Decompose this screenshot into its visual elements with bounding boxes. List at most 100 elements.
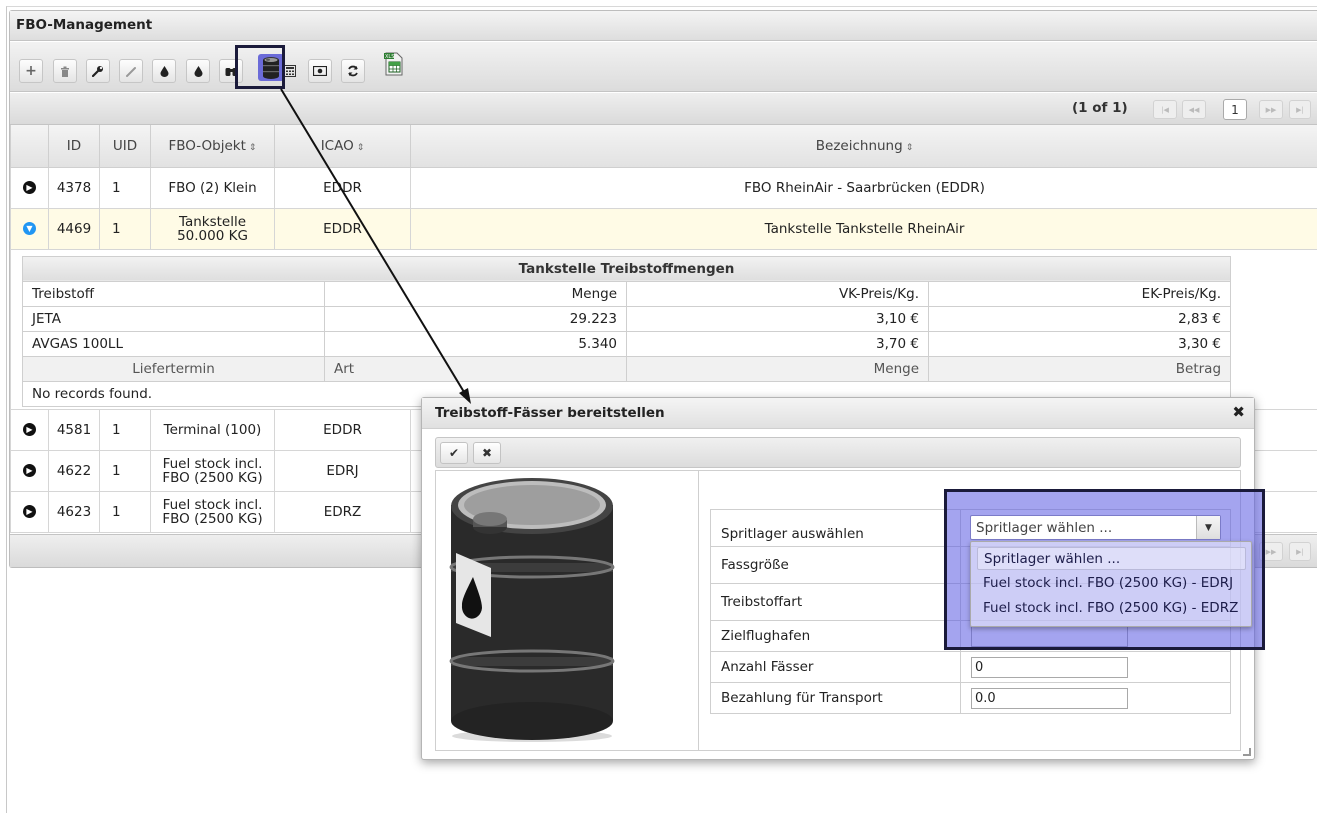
barrel-button-highlight <box>235 45 285 89</box>
drop-icon <box>160 65 168 77</box>
next-page-icon: ▶▶ <box>1265 547 1277 556</box>
column-header-id: ID <box>48 125 100 168</box>
cell-id: 4378 <box>48 166 100 209</box>
cell-id: 4623 <box>48 490 100 533</box>
fuel-table-caption: Tankstelle Treibstoffmengen <box>21 255 1232 282</box>
excel-export-icon: XLS <box>384 52 403 76</box>
toggle-column-header <box>10 125 49 168</box>
barrel-size-label: Fassgröße <box>710 546 961 584</box>
cell-uid: 1 <box>99 207 151 250</box>
cell-object: FBO (2) Klein <box>150 166 275 209</box>
first-page-button[interactable]: |◀ <box>1153 100 1177 119</box>
list-item: AVGAS 100LL 5.340 3,70 € 3,30 € <box>22 330 1232 357</box>
money-button[interactable] <box>308 59 332 83</box>
row-expansion: Tankstelle Treibstoffmengen Treibstoff M… <box>10 248 1317 410</box>
fuel-drop-alt-button[interactable] <box>186 59 210 83</box>
cell-uid: 1 <box>99 408 151 451</box>
check-icon: ✔ <box>448 446 460 460</box>
export-excel-button[interactable]: XLS <box>383 51 405 77</box>
fuel-cell-buy: 2,83 € <box>927 305 1232 332</box>
storage-select-value: Spritlager wählen ... <box>976 520 1113 536</box>
add-button[interactable]: + <box>19 59 43 83</box>
fuel-header-fuel: Treibstoff <box>22 280 325 307</box>
fuel-drop-button[interactable] <box>152 59 176 83</box>
last-page-button[interactable]: ▶| <box>1289 100 1311 119</box>
cancel-button[interactable]: ✖ <box>473 442 501 464</box>
cell-icao: EDRJ <box>274 449 411 492</box>
prev-page-icon: ◀◀ <box>1188 105 1200 114</box>
fuel-cell-amount: 5.340 <box>324 330 627 357</box>
prev-page-button[interactable]: ◀◀ <box>1182 100 1206 119</box>
row-collapse-toggle[interactable]: ▼ <box>23 222 36 235</box>
first-page-icon: |◀ <box>1161 105 1169 114</box>
fuel-cell-amount: 29.223 <box>324 305 627 332</box>
next-page-icon: ▶▶ <box>1265 105 1277 114</box>
cell-object: Fuel stock incl. FBO (2500 KG) <box>150 490 275 533</box>
storage-dropdown-list: Spritlager wählen ... Fuel stock incl. F… <box>970 541 1252 627</box>
refresh-button[interactable] <box>341 59 365 83</box>
fuel-header-buy: EK-Preis/Kg. <box>927 280 1232 307</box>
cell-object: Terminal (100) <box>150 408 275 451</box>
cell-name: FBO RheinAir - Saarbrücken (EDDR) <box>410 166 1317 209</box>
last-page-button-bottom[interactable]: ▶| <box>1289 542 1311 561</box>
resize-handle[interactable] <box>1243 748 1251 756</box>
cell-icao: EDDR <box>274 207 411 250</box>
cell-id: 4622 <box>48 449 100 492</box>
edit-button[interactable] <box>119 59 143 83</box>
close-icon[interactable]: ✖ <box>1232 405 1245 420</box>
transport-payment-cell <box>960 682 1231 714</box>
barrel-count-input[interactable] <box>971 656 1128 678</box>
wrench-button[interactable] <box>86 59 110 83</box>
drop-icon <box>194 65 202 77</box>
main-toolbar: + XLS <box>10 42 1317 92</box>
chevron-down-icon[interactable]: ▼ <box>1196 516 1220 539</box>
row-expand-toggle[interactable]: ▶ <box>23 505 36 518</box>
fuel-cell-sell: 3,10 € <box>626 305 929 332</box>
row-expand-toggle[interactable]: ▶ <box>23 423 36 436</box>
pencil-icon <box>125 66 136 77</box>
trash-icon <box>61 66 69 77</box>
cell-uid: 1 <box>99 166 151 209</box>
money-icon <box>313 66 327 76</box>
list-item: JETA 29.223 3,10 € 2,83 € <box>22 305 1232 332</box>
table-row[interactable]: ▶ 4378 1 FBO (2) Klein EDDR FBO RheinAir… <box>10 166 1317 209</box>
fuel-cell-name: JETA <box>22 305 325 332</box>
dialog-title: Treibstoff-Fässer bereitstellen <box>422 398 1254 429</box>
fuel-cell-name: AVGAS 100LL <box>22 330 325 357</box>
row-expand-toggle[interactable]: ▶ <box>23 181 36 194</box>
storage-select[interactable]: Spritlager wählen ... ▼ <box>970 515 1221 540</box>
dropdown-option[interactable]: Fuel stock incl. FBO (2500 KG) - EDRJ <box>977 572 1246 595</box>
last-page-icon: ▶| <box>1296 547 1304 556</box>
column-header-icao[interactable]: ICAO ⇕ <box>274 125 411 168</box>
sort-icon: ⇕ <box>905 142 914 153</box>
transport-payment-input[interactable] <box>971 687 1128 709</box>
cell-uid: 1 <box>99 449 151 492</box>
cell-id: 4469 <box>48 207 100 250</box>
dropdown-option[interactable]: Spritlager wählen ... <box>977 547 1246 570</box>
calculator-icon <box>284 65 296 77</box>
fuel-header-sell: VK-Preis/Kg. <box>626 280 929 307</box>
dropdown-option[interactable]: Fuel stock incl. FBO (2500 KG) - EDRZ <box>977 597 1246 620</box>
fuel-cell-sell: 3,70 € <box>626 330 929 357</box>
column-header-object[interactable]: FBO-Objekt ⇕ <box>150 125 275 168</box>
page-number-button[interactable]: 1 <box>1223 99 1247 120</box>
cell-object: Tankstelle 50.000 KG <box>150 207 275 250</box>
confirm-button[interactable]: ✔ <box>440 442 468 464</box>
svg-text:XLS: XLS <box>385 54 394 60</box>
table-row[interactable]: ▼ 4469 1 Tankstelle 50.000 KG EDDR Tanks… <box>10 207 1317 250</box>
cell-object: Fuel stock incl. FBO (2500 KG) <box>150 449 275 492</box>
delivery-header-kind: Art <box>324 355 627 382</box>
delivery-header-amount: Menge <box>626 355 929 382</box>
cell-name: Tankstelle Tankstelle RheinAir <box>410 207 1317 250</box>
destination-label: Zielflughafen <box>710 620 961 652</box>
dialog-toolbar: ✔ ✖ <box>435 437 1241 468</box>
column-header-name[interactable]: Bezeichnung ⇕ <box>410 125 1317 168</box>
page-count: (1 of 1) <box>1072 100 1128 116</box>
delete-button[interactable] <box>53 59 77 83</box>
cell-icao: EDDR <box>274 408 411 451</box>
next-page-button[interactable]: ▶▶ <box>1259 100 1283 119</box>
row-expand-toggle[interactable]: ▶ <box>23 464 36 477</box>
sort-icon: ⇕ <box>248 142 257 153</box>
wrench-icon <box>92 66 103 77</box>
last-page-icon: ▶| <box>1296 105 1304 114</box>
